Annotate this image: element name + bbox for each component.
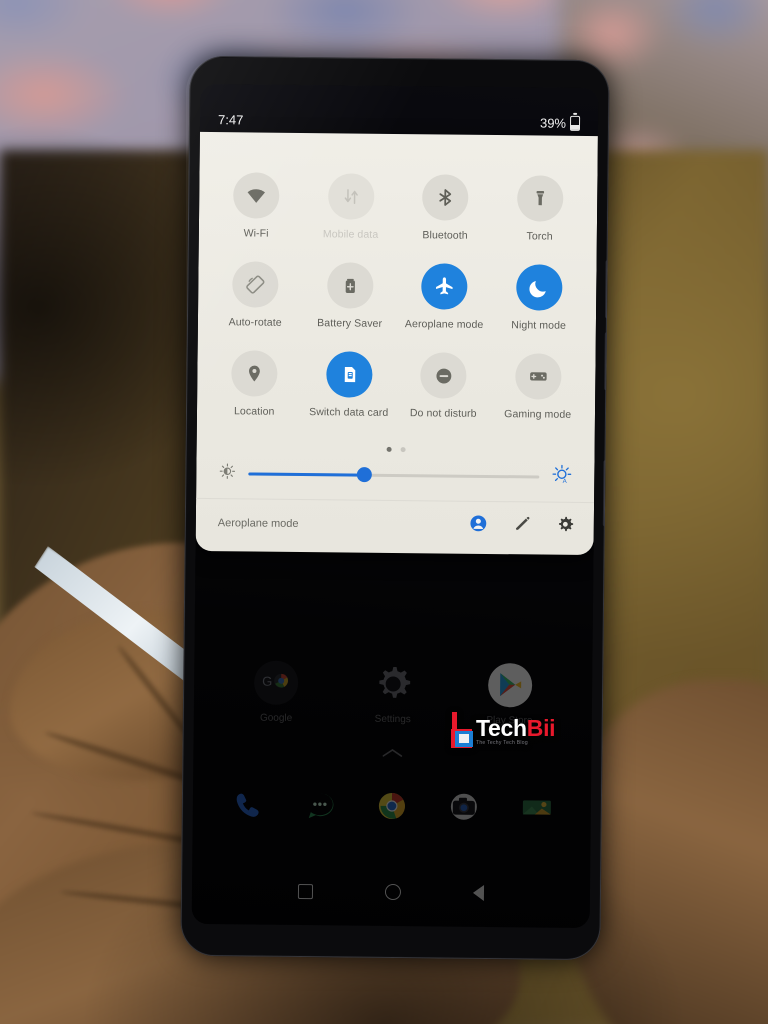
photo-scene: G Google — [0, 0, 768, 1024]
quick-settings-row: Wi-Fi Mobile data Bluetooth Torch — [209, 172, 588, 243]
techbii-logo-icon — [443, 712, 473, 750]
tile-label: Torch — [526, 230, 553, 243]
tile-location[interactable]: Location — [211, 350, 298, 418]
tile-wifi[interactable]: Wi-Fi — [213, 172, 300, 240]
tile-label: Battery Saver — [317, 317, 383, 330]
tile-label: Auto-rotate — [228, 316, 282, 329]
status-time: 7:47 — [217, 111, 244, 127]
tile-switch-data-card[interactable]: Switch data card — [306, 351, 393, 419]
moon-icon — [515, 264, 563, 311]
tile-gaming-mode[interactable]: Gaming mode — [495, 353, 582, 421]
tile-label: Gaming mode — [504, 408, 572, 421]
tile-label: Do not disturb — [409, 407, 477, 420]
battery-percent: 39% — [539, 114, 567, 131]
tile-label: Switch data card — [309, 406, 389, 419]
phone-screen: G Google — [191, 83, 599, 929]
brightness-auto-icon[interactable]: A — [551, 464, 572, 490]
logo-square-inner — [459, 734, 469, 743]
phone-device: G Google — [180, 55, 610, 961]
status-bar: 7:47 39% — [200, 106, 598, 136]
tile-auto-rotate[interactable]: Auto-rotate — [212, 261, 299, 329]
tile-label: Bluetooth — [422, 229, 468, 242]
footer-icon-group — [469, 514, 574, 539]
user-account-icon[interactable] — [469, 514, 488, 538]
tile-bluetooth[interactable]: Bluetooth — [402, 174, 489, 242]
do-not-disturb-icon — [420, 352, 467, 399]
tile-night-mode[interactable]: Night mode — [496, 264, 583, 332]
svg-text:A: A — [563, 478, 568, 485]
brightness-low-icon — [218, 462, 236, 485]
watermark-techbii: TechBii The Techy Tech Blog — [443, 712, 556, 750]
tile-aeroplane-mode[interactable]: Aeroplane mode — [401, 263, 488, 331]
status-right-group: 39% — [539, 114, 581, 131]
brightness-slider[interactable] — [248, 467, 540, 483]
watermark-text: TechBii The Techy Tech Blog — [476, 714, 556, 746]
flashlight-icon — [516, 175, 564, 222]
watermark-name-secondary: Bii — [526, 714, 556, 741]
brightness-slider-row: A — [196, 460, 594, 502]
tile-do-not-disturb[interactable]: Do not disturb — [400, 352, 487, 420]
sim-card-icon — [325, 351, 373, 398]
tile-battery-saver[interactable]: Battery Saver — [307, 262, 394, 330]
pager-dot-active[interactable] — [386, 446, 392, 452]
tile-label: Night mode — [511, 319, 567, 332]
location-pin-icon — [231, 350, 278, 397]
quick-settings-row: Location Switch data card Do not disturb… — [207, 350, 586, 421]
pager-dot[interactable] — [400, 447, 406, 453]
tile-mobile-data[interactable]: Mobile data — [308, 173, 395, 241]
footer-status-text: Aeroplane mode — [217, 517, 299, 530]
tile-torch[interactable]: Torch — [497, 175, 584, 243]
tile-label: Mobile data — [322, 228, 379, 241]
tile-label: Aeroplane mode — [404, 318, 484, 331]
quick-settings-grid: Wi-Fi Mobile data Bluetooth Torch Auto-r… — [197, 132, 598, 447]
brightness-slider-fill — [248, 471, 365, 477]
mobile-data-icon — [327, 173, 375, 220]
watermark-name: TechBii — [476, 714, 556, 741]
quick-settings-row: Auto-rotate Battery Saver Aeroplane mode… — [208, 261, 587, 332]
auto-rotate-icon — [232, 261, 279, 308]
brightness-slider-knob[interactable] — [357, 467, 373, 483]
pencil-edit-icon[interactable] — [514, 515, 531, 537]
watermark-name-primary: Tech — [476, 714, 527, 741]
tile-label: Wi-Fi — [243, 227, 269, 240]
gear-icon[interactable] — [557, 516, 574, 538]
wifi-icon — [233, 172, 280, 219]
watermark-tagline: The Techy Tech Blog — [476, 739, 528, 746]
battery-saver-icon — [326, 262, 374, 309]
quick-settings-footer: Aeroplane mode — [196, 499, 594, 549]
quick-settings-panel: Wi-Fi Mobile data Bluetooth Torch Auto-r… — [195, 131, 598, 556]
airplane-icon — [421, 263, 468, 310]
tile-label: Location — [233, 405, 275, 418]
bluetooth-icon — [422, 174, 469, 221]
gamepad-icon — [514, 353, 562, 400]
battery-icon — [569, 115, 581, 131]
